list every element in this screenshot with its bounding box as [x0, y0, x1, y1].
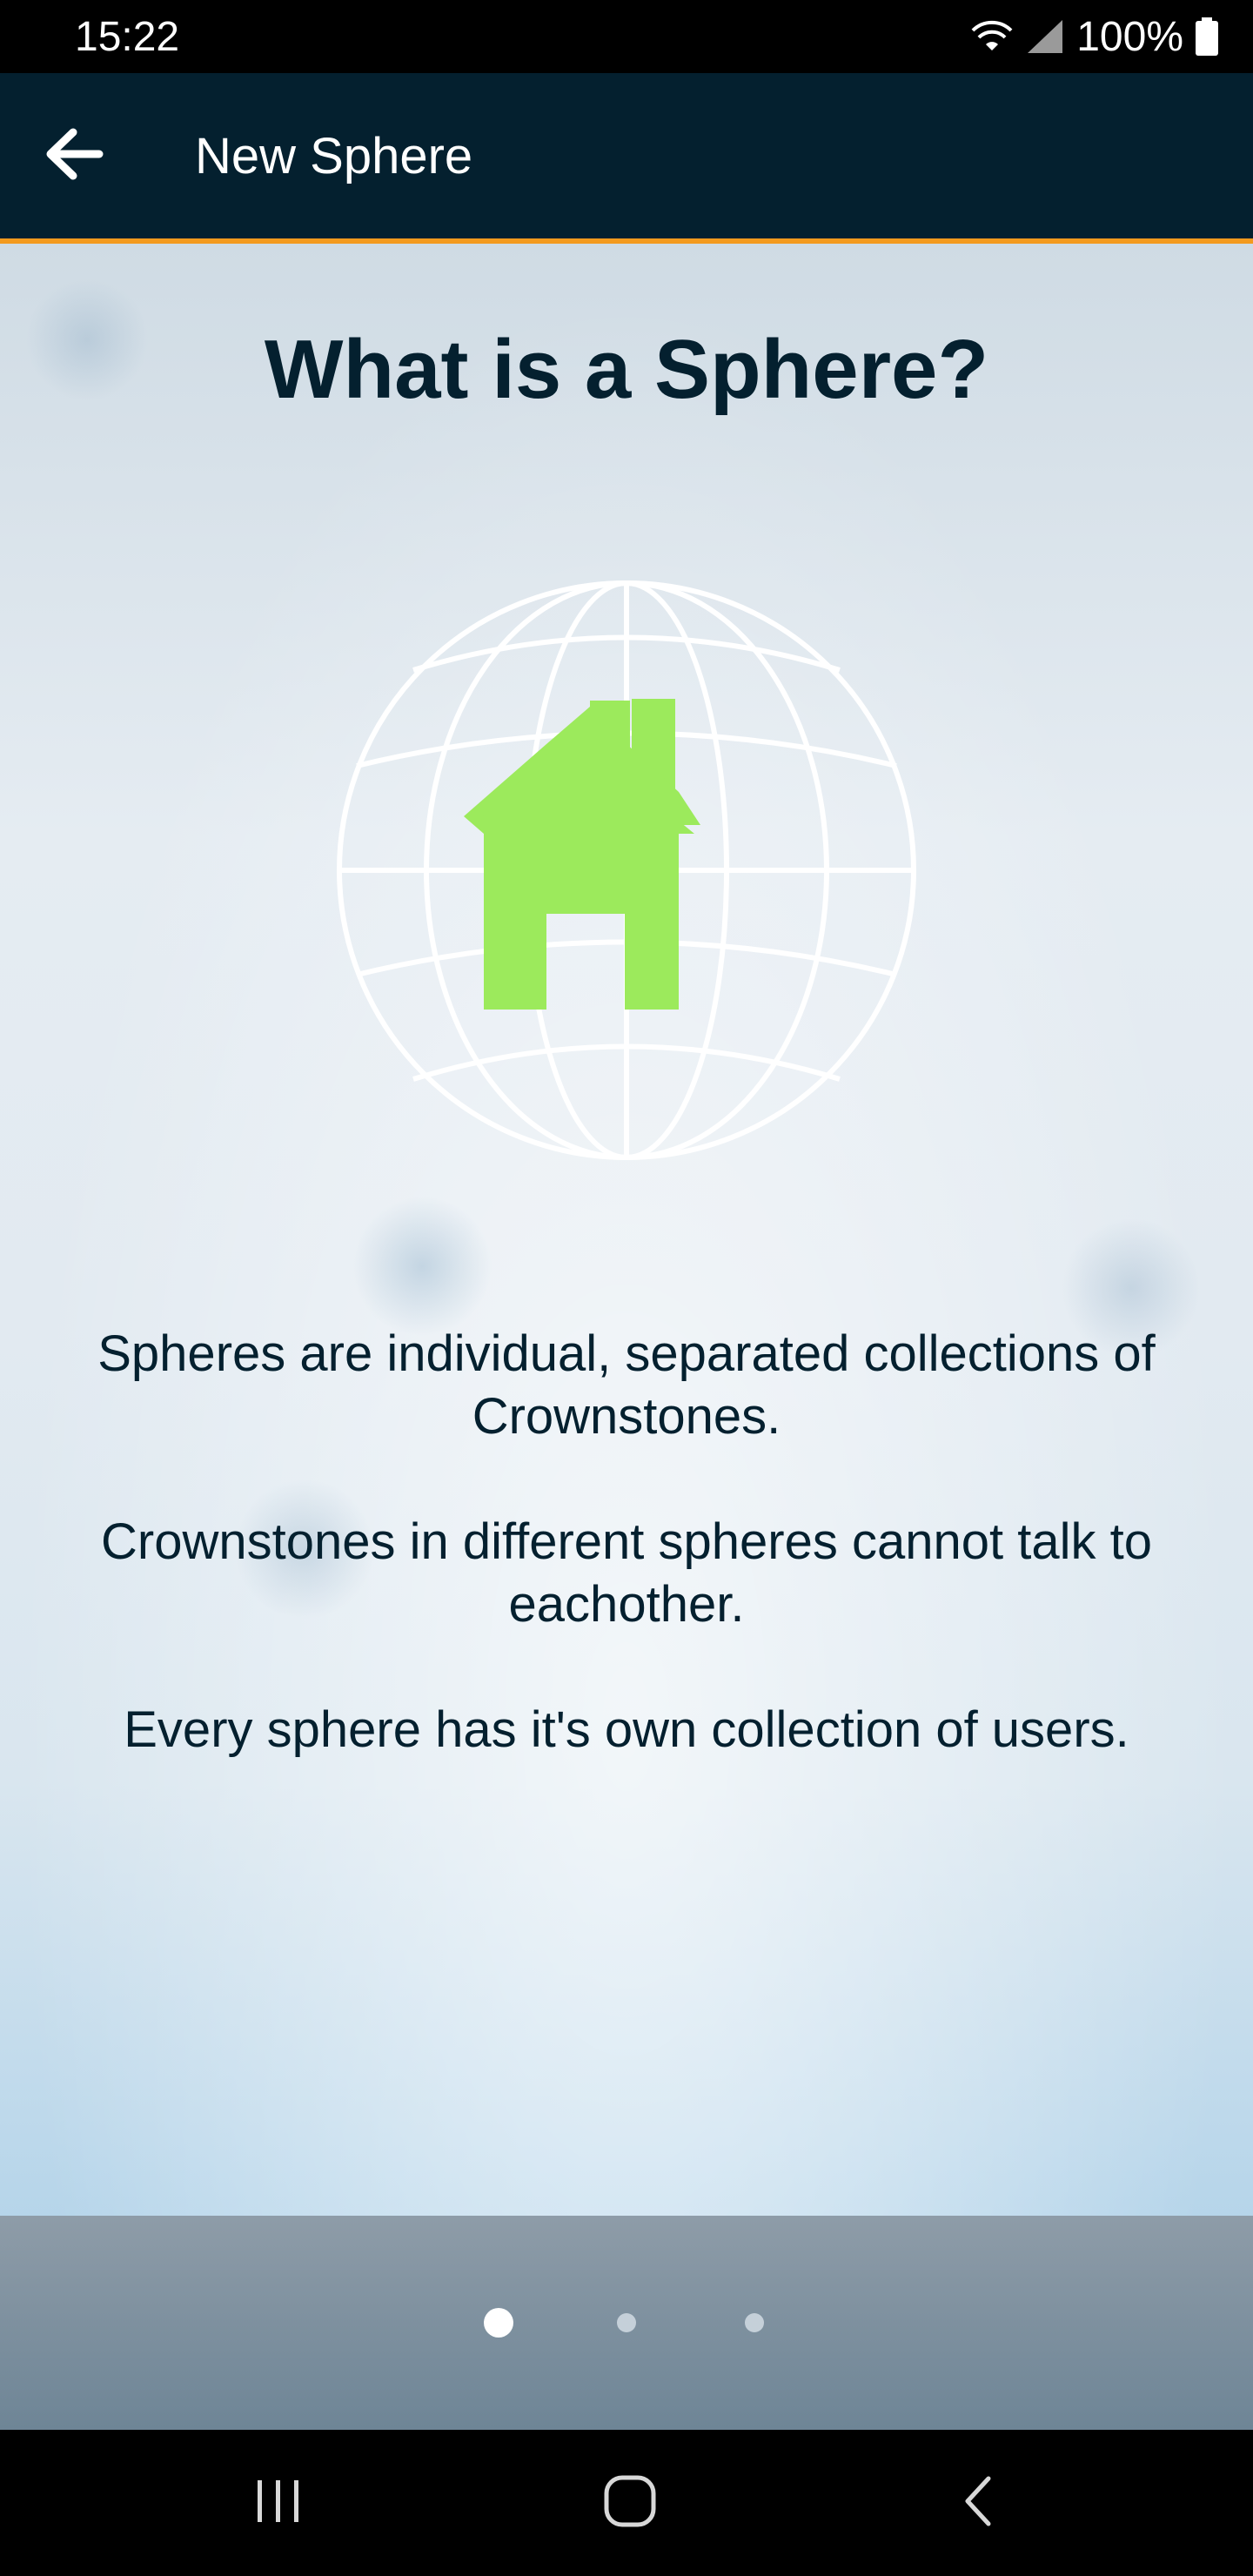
description-paragraph-1: Spheres are individual, separated collec…: [97, 1325, 1156, 1445]
home-icon: [603, 2474, 657, 2532]
page-heading: What is a Sphere?: [264, 323, 989, 416]
description: Spheres are individual, separated collec…: [70, 1323, 1183, 1824]
back-button[interactable]: [0, 70, 148, 241]
system-nav-bar: [0, 2430, 1253, 2576]
description-paragraph-2: Crownstones in different spheres cannot …: [101, 1513, 1152, 1633]
recents-button[interactable]: [226, 2468, 331, 2538]
page-dot-1-active[interactable]: [484, 2308, 513, 2338]
pager: [0, 2216, 1253, 2430]
arrow-left-icon: [44, 127, 104, 185]
content-area: What is a Sphere? Spheres are individual…: [0, 244, 1253, 2216]
screen: 15:22 100% New Sphere What is a Sphere? …: [0, 0, 1253, 2576]
app-bar: New Sphere: [0, 73, 1253, 244]
wifi-icon: [970, 19, 1014, 54]
app-title: New Sphere: [195, 127, 473, 184]
page-dot-3[interactable]: [745, 2313, 764, 2332]
page-dot-2[interactable]: [617, 2313, 636, 2332]
status-icons: 100%: [970, 13, 1218, 61]
status-bar: 15:22 100%: [0, 0, 1253, 73]
home-button[interactable]: [578, 2468, 682, 2538]
back-icon: [961, 2475, 995, 2532]
status-time: 15:22: [75, 13, 180, 60]
recents-icon: [252, 2479, 305, 2528]
globe-with-house-icon: [331, 574, 922, 1166]
description-paragraph-3: Every sphere has it's own collection of …: [124, 1701, 1129, 1758]
nav-back-button[interactable]: [926, 2468, 1030, 2538]
page-indicator: [0, 2216, 1253, 2430]
signal-icon: [1026, 18, 1064, 55]
battery-percent: 100%: [1076, 13, 1183, 60]
battery-icon: [1196, 17, 1218, 56]
